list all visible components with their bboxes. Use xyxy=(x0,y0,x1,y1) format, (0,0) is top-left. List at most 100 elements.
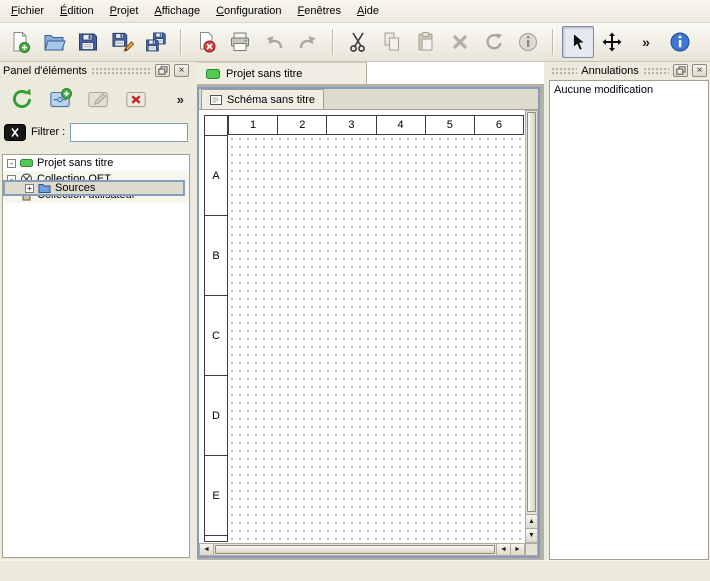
column-header: 3 xyxy=(327,116,376,134)
save-as-icon xyxy=(110,30,134,54)
scroll-down-button[interactable]: ▼ xyxy=(526,528,537,542)
column-header: 5 xyxy=(426,116,475,134)
close-file-button[interactable] xyxy=(190,26,222,58)
undo-button[interactable] xyxy=(258,26,290,58)
close-icon: × xyxy=(179,66,185,76)
printer-icon xyxy=(228,30,252,54)
menu-fichier[interactable]: Fichier xyxy=(3,2,52,21)
copy-icon xyxy=(380,30,404,54)
elements-panel-title: Panel d'éléments xyxy=(3,65,87,77)
save-button[interactable] xyxy=(72,26,104,58)
delete-button[interactable] xyxy=(444,26,476,58)
new-document-icon xyxy=(8,30,32,54)
scroll-down-icon: ▼ xyxy=(528,532,535,539)
tree-item-label: Projet sans titre xyxy=(37,157,113,169)
undo-panel-titlebar[interactable]: Annulations × xyxy=(548,62,710,79)
conductor-info-icon xyxy=(516,30,540,54)
conductor-info-button[interactable] xyxy=(512,26,544,58)
filter-input[interactable] xyxy=(70,123,188,142)
dock-grip[interactable] xyxy=(643,67,669,75)
tree-item-label: Sources xyxy=(55,182,95,194)
clear-filter-button[interactable] xyxy=(4,124,26,141)
move-mode-button[interactable] xyxy=(596,26,628,58)
row-header: C xyxy=(205,296,227,376)
elements-tree: - Projet sans titre Schéma sans titre + … xyxy=(2,154,190,558)
toolbar-overflow-button[interactable]: » xyxy=(630,26,662,58)
schema-tabbar: Schéma sans titre xyxy=(199,89,538,110)
float-panel-button[interactable] xyxy=(155,64,170,77)
close-panel-button[interactable]: × xyxy=(692,64,707,77)
column-header: 2 xyxy=(278,116,327,134)
expand-expander-icon[interactable]: + xyxy=(25,184,34,193)
scroll-up-icon: ▲ xyxy=(528,518,535,525)
toolbar-separator xyxy=(552,29,554,55)
dock-grip[interactable] xyxy=(91,67,151,75)
diagram-view[interactable]: 1 2 3 4 5 6 A B C D E xyxy=(199,110,538,556)
clear-filter-icon xyxy=(4,124,26,141)
tree-item-sources[interactable]: + Sources xyxy=(3,180,185,196)
undo-history-list[interactable]: Aucune modification xyxy=(549,80,709,560)
delete-element-button[interactable] xyxy=(120,83,152,115)
menu-configuration[interactable]: Configuration xyxy=(208,2,289,21)
undo-empty-message: Aucune modification xyxy=(554,84,653,96)
float-panel-button[interactable] xyxy=(673,64,688,77)
diagram-grid-canvas[interactable] xyxy=(228,135,524,542)
elements-panel: Panel d'éléments × xyxy=(0,62,192,560)
menu-fenetres[interactable]: Fenêtres xyxy=(290,2,349,21)
save-icon xyxy=(76,30,100,54)
collapse-expander-icon[interactable]: - xyxy=(7,159,16,168)
vertical-scrollbar[interactable]: ▲ ▼ xyxy=(525,110,538,543)
scroll-right-button[interactable]: ► xyxy=(510,544,524,555)
main-toolbar: » xyxy=(0,23,710,62)
about-button[interactable] xyxy=(664,26,696,58)
print-button[interactable] xyxy=(224,26,256,58)
row-header: A xyxy=(205,136,227,216)
horizontal-scrollbar-thumb[interactable] xyxy=(215,545,495,554)
new-element-button[interactable] xyxy=(44,83,76,115)
close-icon: × xyxy=(697,66,703,76)
scroll-left-button-2[interactable]: ◄ xyxy=(496,544,510,555)
panel-overflow-button[interactable]: » xyxy=(177,92,186,107)
column-ruler: 1 2 3 4 5 6 xyxy=(228,115,524,135)
cut-button[interactable] xyxy=(342,26,374,58)
rotate-button[interactable] xyxy=(478,26,510,58)
qelectrotech-window: Fichier Édition Projet Affichage Configu… xyxy=(0,0,710,581)
save-all-button[interactable] xyxy=(140,26,172,58)
project-icon xyxy=(20,157,33,169)
status-bar xyxy=(0,560,710,581)
vertical-scrollbar-thumb[interactable] xyxy=(527,112,536,512)
undo-panel: Annulations × Aucune modification xyxy=(548,62,710,560)
redo-button[interactable] xyxy=(292,26,324,58)
column-header: 1 xyxy=(229,116,278,134)
toolbar-separator xyxy=(332,29,334,55)
scroll-right-icon: ► xyxy=(514,546,521,553)
open-file-button[interactable] xyxy=(38,26,70,58)
edit-element-button[interactable] xyxy=(82,83,114,115)
row-header: E xyxy=(205,456,227,536)
tab-projet-sans-titre[interactable]: Projet sans titre xyxy=(197,62,367,84)
edit-element-icon xyxy=(85,86,111,112)
menu-projet[interactable]: Projet xyxy=(102,2,147,21)
reload-collections-button[interactable] xyxy=(6,83,38,115)
menu-edition[interactable]: Édition xyxy=(52,2,102,21)
paste-button[interactable] xyxy=(410,26,442,58)
copy-button[interactable] xyxy=(376,26,408,58)
filter-row: Filtrer : xyxy=(0,119,192,145)
ruler-corner xyxy=(205,116,227,136)
column-header: 6 xyxy=(475,116,523,134)
tab-schema-sans-titre[interactable]: Schéma sans titre xyxy=(201,89,324,109)
workspace-area: Projet sans titre Schéma sans titre 1 2 xyxy=(197,62,544,560)
save-as-button[interactable] xyxy=(106,26,138,58)
dock-grip[interactable] xyxy=(551,67,577,75)
scroll-left-button[interactable]: ◄ xyxy=(200,544,214,555)
elements-panel-titlebar[interactable]: Panel d'éléments × xyxy=(0,62,192,79)
cut-icon xyxy=(346,30,370,54)
menu-affichage[interactable]: Affichage xyxy=(146,2,208,21)
close-panel-button[interactable]: × xyxy=(174,64,189,77)
menu-aide[interactable]: Aide xyxy=(349,2,387,21)
select-mode-button[interactable] xyxy=(562,26,594,58)
new-document-button[interactable] xyxy=(4,26,36,58)
horizontal-scrollbar[interactable]: ◄ ◄ ► xyxy=(199,543,525,556)
scroll-up-button[interactable]: ▲ xyxy=(526,514,537,528)
tree-item-projet-sans-titre[interactable]: - Projet sans titre xyxy=(3,155,189,171)
